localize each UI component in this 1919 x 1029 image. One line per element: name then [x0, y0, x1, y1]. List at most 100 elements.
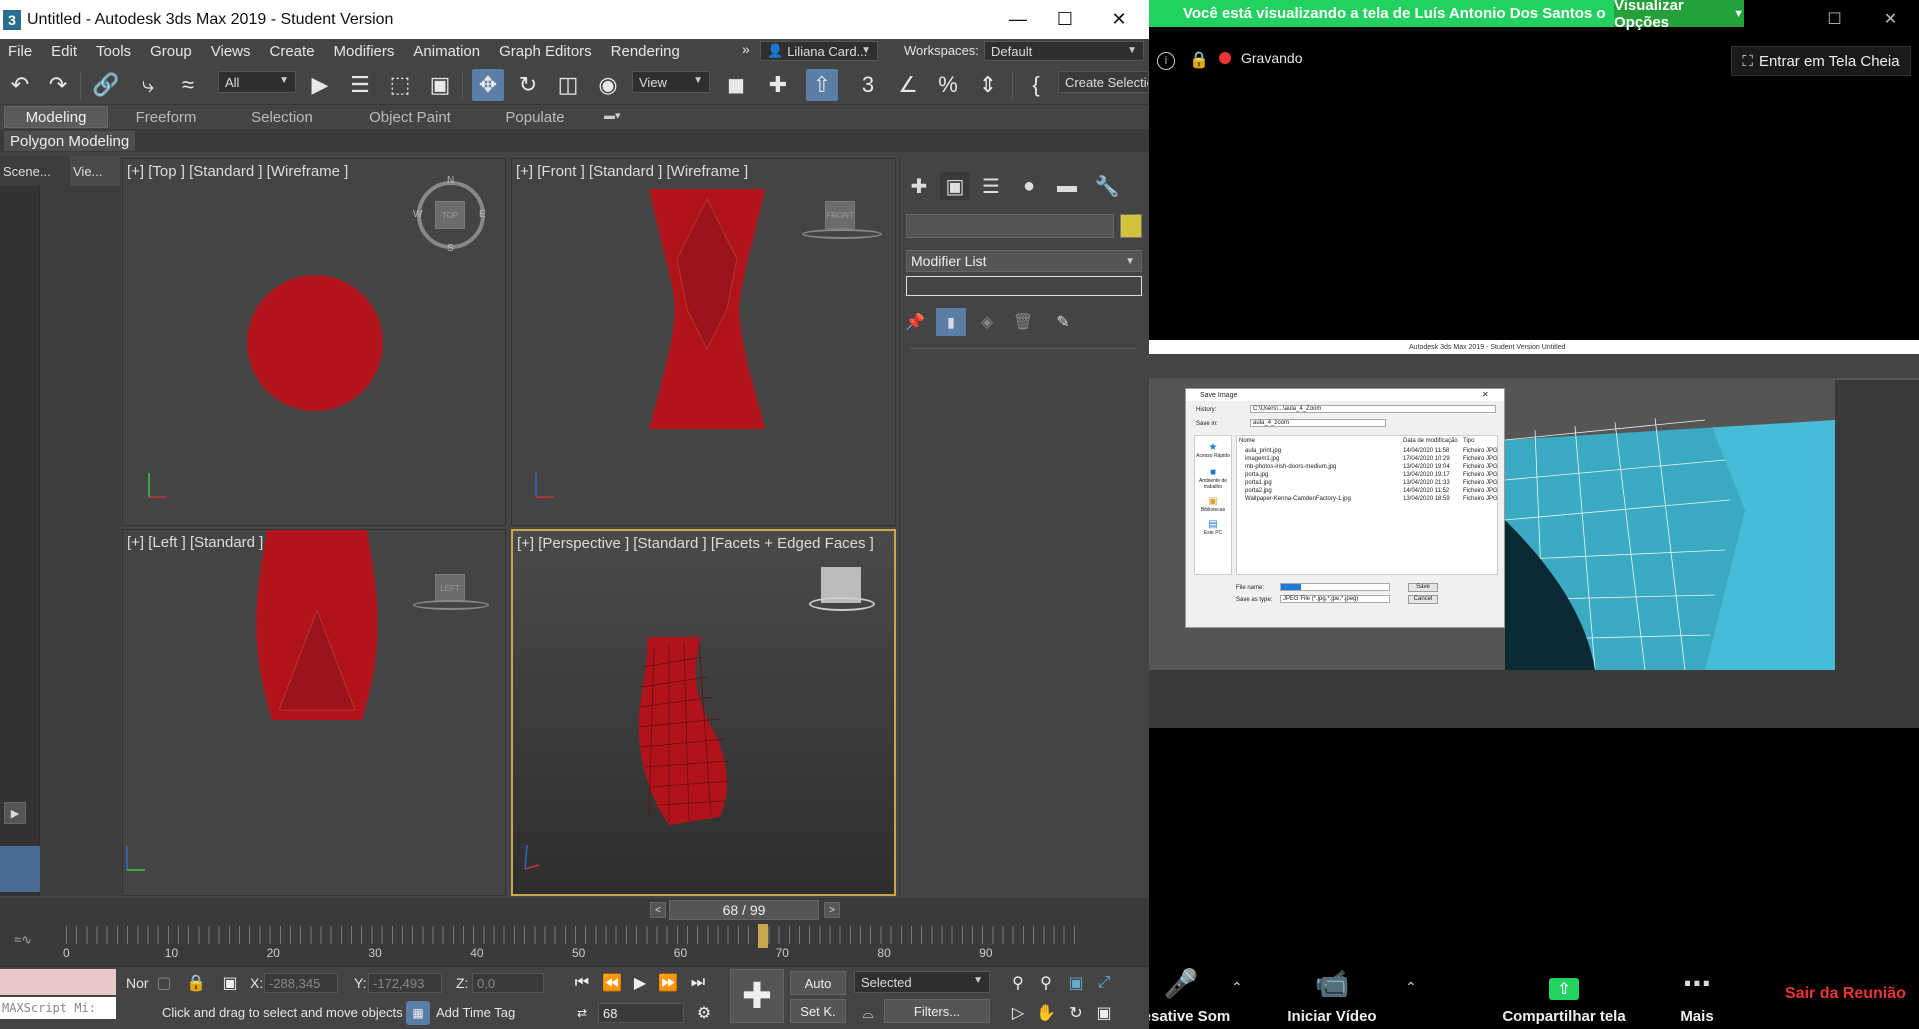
viewcube[interactable]: FRONT — [825, 201, 855, 229]
file-name[interactable]: aula_print.jpg — [1245, 448, 1281, 454]
tab-modeling[interactable]: Modeling — [4, 106, 108, 128]
selection-filter-dropdown[interactable]: All ▼ — [218, 71, 296, 93]
viewport-front[interactable]: [+] [Front ] [Standard ] [Wireframe ] FR… — [511, 158, 896, 526]
file-date[interactable]: 13/04/2020 18:59 — [1403, 496, 1450, 502]
hierarchy-panel-icon[interactable]: ☰ — [976, 172, 1006, 200]
place-this-pc[interactable]: Este PC — [1195, 530, 1231, 536]
create-panel-icon[interactable]: ✚ — [904, 172, 934, 200]
maximize-viewport-icon[interactable]: ▣ — [1092, 1001, 1116, 1025]
previous-frame-icon[interactable]: ⏪ — [600, 971, 624, 995]
show-end-result-icon[interactable]: ▮ — [936, 308, 966, 336]
viewport-label[interactable]: [+] [Front ] [Standard ] [Wireframe ] — [516, 163, 748, 180]
go-to-start-icon[interactable]: ⏮ — [570, 971, 594, 995]
menu-modifiers[interactable]: Modifiers — [326, 43, 406, 60]
close-button[interactable]: ✕ — [1090, 0, 1148, 39]
configure-modifier-sets-icon[interactable]: ✎ — [1048, 308, 1078, 336]
modifier-stack[interactable] — [906, 276, 1142, 296]
motion-panel-icon[interactable]: ● — [1014, 172, 1044, 200]
file-name[interactable]: porta.jpg — [1245, 472, 1268, 478]
current-frame-field[interactable]: 68 — [598, 1003, 684, 1023]
play-icon[interactable]: ▶ — [628, 971, 652, 995]
col-type[interactable]: Tipo — [1463, 438, 1474, 444]
default-in-out-tangent-icon[interactable]: ⌓ — [856, 1001, 880, 1025]
maximize-button[interactable]: ☐ — [1036, 0, 1094, 39]
go-to-end-icon[interactable]: ⏭ — [686, 971, 710, 995]
reference-coordinate-dropdown[interactable]: View ▼ — [632, 71, 710, 93]
zoom-restore-button[interactable]: ☐ — [1807, 0, 1862, 38]
file-type[interactable]: Ficheiro JPG — [1463, 496, 1498, 502]
zoom-close-button[interactable]: ✕ — [1863, 0, 1918, 38]
select-and-move-icon[interactable]: ✥ — [472, 69, 504, 101]
zoom-icon[interactable]: ⚲ — [1006, 971, 1030, 995]
menu-tools[interactable]: Tools — [88, 43, 142, 60]
create-selection-set[interactable]: Create Selectio — [1058, 71, 1149, 93]
viewport-label[interactable]: [+] [Top ] [Standard ] [Wireframe ] — [127, 163, 348, 180]
time-next-arrow[interactable]: > — [824, 902, 840, 918]
scene-list[interactable] — [0, 186, 40, 896]
dialog-close-icon[interactable]: ✕ — [1482, 390, 1489, 399]
file-name[interactable]: Wallpaper-Kenna-CamdenFactory-1.jpg — [1245, 496, 1351, 502]
viewcube[interactable]: TOP — [435, 201, 465, 229]
view-tab[interactable]: Vie... — [70, 156, 120, 186]
rectangular-selection-icon[interactable]: ⬚ — [384, 69, 416, 101]
curve-editor-icon[interactable]: ≈∿ — [14, 932, 32, 948]
auto-key-button[interactable]: Auto — [790, 971, 846, 995]
time-slider-knob[interactable]: 68 / 99 — [669, 900, 819, 920]
viewport-label[interactable]: [+] [Perspective ] [Standard ] [Facets +… — [517, 535, 874, 552]
viewport-top[interactable]: [+] [Top ] [Standard ] [Wireframe ] TOP … — [122, 158, 506, 526]
place-quick-access[interactable]: Acesso Rápido — [1195, 453, 1231, 459]
spinner-snap-icon[interactable]: ⇕ — [972, 69, 1004, 101]
select-and-rotate-icon[interactable]: ↻ — [512, 69, 544, 101]
start-video-button[interactable]: 📹 Iniciar Vídeo — [1277, 963, 1387, 1029]
file-date[interactable]: 17/04/2020 10:29 — [1403, 456, 1450, 462]
absolute-mode-icon[interactable]: ▣ — [218, 971, 242, 995]
file-date[interactable]: 14/04/2020 11:58 — [1403, 448, 1449, 454]
next-frame-icon[interactable]: ⏩ — [656, 971, 680, 995]
file-date[interactable]: 14/04/2020 11:52 — [1403, 488, 1449, 494]
leave-meeting-button[interactable]: Sair da Reunião — [1785, 985, 1906, 1003]
col-name[interactable]: Nome — [1239, 438, 1255, 444]
shared-screen[interactable]: Autodesk 3ds Max 2019 - Student Version … — [1149, 340, 1919, 728]
save-button[interactable]: Save — [1408, 583, 1438, 592]
polygon-modeling-label[interactable]: Polygon Modeling — [4, 131, 136, 151]
selection-lock-icon[interactable]: 🔒 — [184, 971, 208, 995]
unlink-icon[interactable]: ⤷ — [132, 69, 164, 101]
save-image-dialog[interactable]: Save Image ✕ History: C:\Users\...\aula_… — [1185, 388, 1505, 628]
bind-space-warp-icon[interactable]: ≈ — [172, 69, 204, 101]
menu-file[interactable]: File — [0, 43, 43, 60]
user-account-dropdown[interactable]: 👤 Liliana Card... ▼ — [760, 41, 878, 61]
y-coordinate-field[interactable]: -172,493 — [368, 973, 442, 993]
keyboard-shortcut-override-icon[interactable]: ⇧ — [806, 69, 838, 101]
zoom-all-icon[interactable]: ⚲ — [1034, 971, 1058, 995]
set-key-button[interactable]: Set K. — [790, 999, 846, 1023]
filename-field[interactable] — [1280, 583, 1390, 591]
set-key-icon[interactable]: ✚ — [730, 969, 784, 1023]
modify-panel-icon[interactable]: ▣ — [940, 172, 970, 200]
mute-button[interactable]: 🎤 Desative Som — [1149, 963, 1230, 1029]
menu-edit[interactable]: Edit — [43, 43, 88, 60]
viewport-perspective[interactable]: [+] [Perspective ] [Standard ] [Facets +… — [511, 529, 896, 896]
desktop-icon[interactable]: ■ — [1195, 459, 1231, 478]
select-and-place-icon[interactable]: ◉ — [592, 69, 624, 101]
select-and-scale-icon[interactable]: ◫ — [552, 69, 584, 101]
pin-stack-icon[interactable]: 📌 — [900, 308, 930, 336]
file-date[interactable]: 13/04/2020 19:04 — [1403, 464, 1450, 470]
workspaces-dropdown[interactable]: Default ▼ — [984, 41, 1144, 61]
edit-named-selection-icon[interactable]: { — [1020, 69, 1052, 101]
scene-tab[interactable]: Scene... — [0, 156, 60, 186]
file-date[interactable]: 13/04/2020 21:33 — [1403, 480, 1450, 486]
fullscreen-button[interactable]: ⛶ Entrar em Tela Cheia — [1731, 46, 1911, 76]
history-field[interactable]: C:\Users\...\aula_4_Zoom — [1250, 405, 1496, 413]
isolate-selection-icon[interactable]: ▢ — [152, 971, 176, 995]
object-color-swatch[interactable] — [1120, 214, 1142, 238]
file-name[interactable]: porta2.jpg — [1245, 488, 1272, 494]
layout-grid-icon[interactable] — [0, 846, 40, 892]
file-type[interactable]: Ficheiro JPG — [1463, 464, 1498, 470]
more-button[interactable]: ⋯ Mais — [1667, 963, 1727, 1029]
utilities-panel-icon[interactable]: 🔧 — [1092, 172, 1122, 200]
key-filters-button[interactable]: Filters... — [884, 999, 990, 1023]
pan-view-icon[interactable]: ✋ — [1034, 1001, 1058, 1025]
zoom-extents-all-icon[interactable]: ⤢ — [1092, 971, 1116, 995]
window-crossing-icon[interactable]: ▣ — [424, 69, 456, 101]
display-panel-icon[interactable]: ▬ — [1052, 172, 1082, 200]
